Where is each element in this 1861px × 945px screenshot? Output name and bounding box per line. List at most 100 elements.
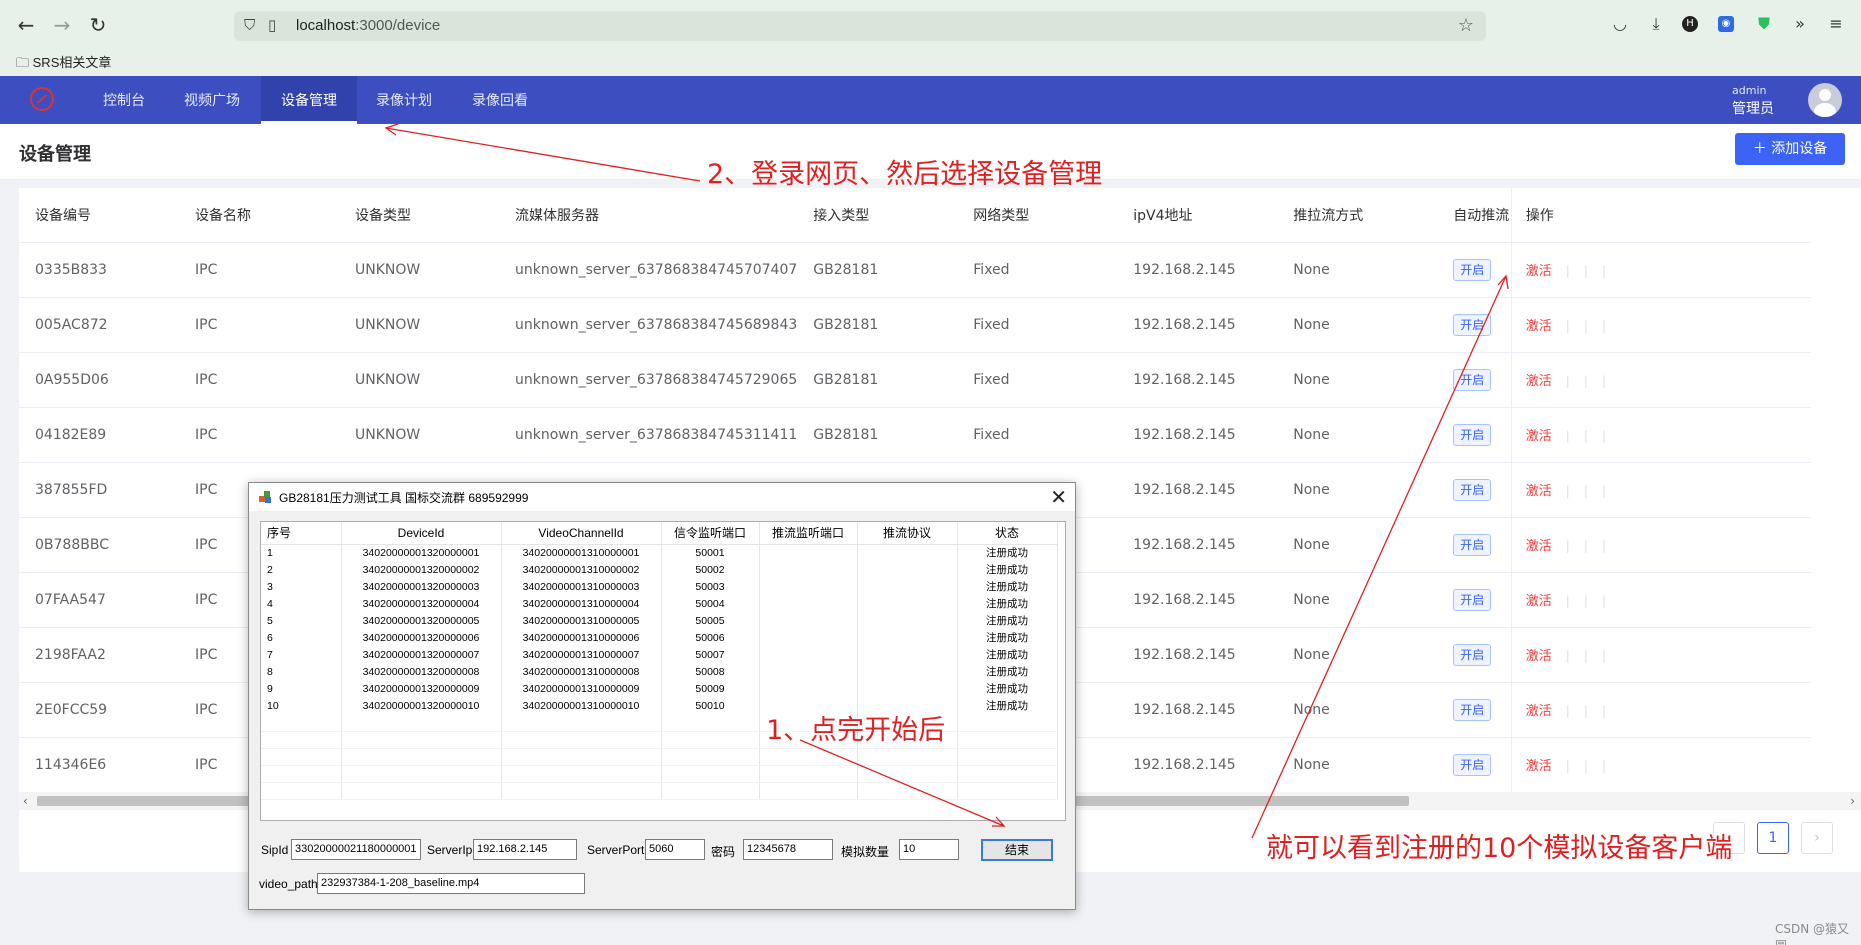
col-header: 接入类型 <box>797 188 958 243</box>
user-role[interactable]: 管理员 <box>1732 98 1774 118</box>
listview-cell: 注册成功 <box>957 697 1058 714</box>
lv-col-header[interactable]: 信令监听端口 <box>661 522 760 545</box>
listview-row[interactable]: 8 34020000001320000008 3402000000131000000… <box>261 663 1058 680</box>
table-cell: Fixed <box>957 297 1118 353</box>
bookmark-folder[interactable]: 🗀 SRS相关文章 <box>16 52 111 76</box>
extension-h-icon[interactable]: H <box>1682 16 1698 32</box>
download-icon[interactable]: ⤓ <box>1646 14 1666 34</box>
listview-row[interactable]: 7 34020000001320000007 3402000000131000000… <box>261 646 1058 663</box>
operation-separator: | <box>1565 704 1570 718</box>
auto-push-cell: 开启 <box>1437 297 1512 353</box>
back-arrow-icon[interactable]: ← <box>14 13 38 37</box>
serverip-input[interactable]: 192.168.2.145 <box>473 839 577 860</box>
auto-push-tag[interactable]: 开启 <box>1453 258 1492 281</box>
password-label: 密码 <box>711 845 736 859</box>
activate-link[interactable]: 激活 <box>1526 704 1552 719</box>
reload-icon[interactable]: ↻ <box>86 13 110 37</box>
extension-user-icon[interactable]: ◉ <box>1718 16 1734 32</box>
serverport-input[interactable]: 5060 <box>645 839 705 860</box>
pocket-icon[interactable]: ◡ <box>1610 14 1630 34</box>
listview-empty-cell <box>661 765 760 783</box>
listview-row[interactable]: 1 34020000001320000001 3402000000131000000… <box>261 544 1058 561</box>
auto-push-tag[interactable]: 开启 <box>1453 478 1492 501</box>
activate-link[interactable]: 激活 <box>1526 374 1552 389</box>
listview-header-row: 序号 DeviceId VideoChannelId 信令监听端口 推流监听端口… <box>261 522 1058 545</box>
menu-item-record-plan[interactable]: 录像计划 <box>376 76 432 124</box>
activate-link[interactable]: 激活 <box>1526 484 1552 499</box>
auto-push-cell: 开启 <box>1437 737 1512 793</box>
menu-item-video-square[interactable]: 视频广场 <box>184 76 240 124</box>
auto-push-tag[interactable]: 开启 <box>1453 533 1492 556</box>
forward-arrow-icon[interactable]: → <box>50 13 74 37</box>
table-cell: IPC <box>179 407 339 463</box>
dialog-titlebar[interactable]: GB28181压力测试工具 国标交流群 689592999 ✕ <box>249 483 1075 511</box>
listview-row[interactable]: 3 34020000001320000003 3402000000131000000… <box>261 578 1058 595</box>
auto-push-tag[interactable]: 开启 <box>1453 753 1492 776</box>
page-number-button[interactable]: 1 <box>1757 822 1789 854</box>
activate-link[interactable]: 激活 <box>1526 759 1552 774</box>
lv-col-header[interactable]: 状态 <box>957 522 1058 545</box>
add-device-button[interactable]: ＋ 添加设备 <box>1735 133 1845 165</box>
listview-row[interactable]: 2 34020000001320000002 3402000000131000000… <box>261 561 1058 578</box>
table-cell: 04182E89 <box>19 407 179 463</box>
page-icon: ▯ <box>268 16 277 34</box>
watermark: CSDN @猿又圆 <box>1775 922 1850 945</box>
listview-cell: 注册成功 <box>957 595 1058 612</box>
browser-toolbar: ← → ↻ ⛉ ▯ localhost:3000/device ☆ ◡ ⤓ H … <box>0 0 1861 48</box>
listview-cell <box>759 680 858 697</box>
auto-push-tag[interactable]: 开启 <box>1453 368 1492 391</box>
listview-empty-cell <box>341 731 502 749</box>
activate-link[interactable]: 激活 <box>1526 539 1552 554</box>
lv-col-header[interactable]: 序号 <box>261 522 342 545</box>
scroll-right-icon[interactable]: › <box>1850 792 1855 810</box>
videopath-input[interactable]: 232937384-1-208_baseline.mp4 <box>317 873 585 894</box>
lv-col-header[interactable]: 推流监听端口 <box>759 522 858 545</box>
listview-cell: 34020000001310000001 <box>501 544 662 561</box>
hamburger-menu-icon[interactable]: ≡ <box>1826 14 1846 34</box>
menu-item-console[interactable]: 控制台 <box>103 76 145 124</box>
annotation-step1: 1、点完开始后 <box>766 715 946 746</box>
listview-row[interactable]: 6 34020000001320000006 3402000000131000000… <box>261 629 1058 646</box>
sipid-input[interactable]: 33020000021180000001 <box>291 839 421 860</box>
activate-link[interactable]: 激活 <box>1526 264 1552 279</box>
activate-link[interactable]: 激活 <box>1526 594 1552 609</box>
app-logo-icon[interactable] <box>30 87 54 111</box>
address-bar[interactable]: ⛉ ▯ localhost:3000/device ☆ <box>234 11 1486 41</box>
auto-push-tag[interactable]: 开启 <box>1453 643 1492 666</box>
extension-shield-icon[interactable]: ⛊ <box>1754 14 1774 34</box>
scroll-left-icon[interactable]: ‹ <box>23 792 28 810</box>
table-cell: IPC <box>179 352 339 408</box>
listview-cell: 34020000001310000004 <box>501 595 662 612</box>
end-button[interactable]: 结束 <box>981 839 1053 861</box>
lv-col-header[interactable]: VideoChannelId <box>501 522 662 545</box>
user-name[interactable]: admin <box>1732 84 1766 97</box>
listview-cell: 注册成功 <box>957 612 1058 629</box>
activate-link[interactable]: 激活 <box>1526 319 1552 334</box>
avatar[interactable] <box>1808 83 1842 117</box>
listview-cell <box>857 612 958 629</box>
listview-row[interactable]: 9 34020000001320000009 3402000000131000000… <box>261 680 1058 697</box>
auto-push-tag[interactable]: 开启 <box>1453 423 1492 446</box>
table-cell: GB28181 <box>797 297 958 353</box>
listview-row[interactable]: 5 34020000001320000005 3402000000131000000… <box>261 612 1058 629</box>
next-page-button[interactable]: › <box>1801 822 1833 854</box>
table-cell: 0335B833 <box>19 242 179 298</box>
lv-col-header[interactable]: DeviceId <box>341 522 502 545</box>
auto-push-tag[interactable]: 开启 <box>1453 588 1492 611</box>
lv-col-header[interactable]: 推流协议 <box>857 522 958 545</box>
close-icon[interactable]: ✕ <box>1050 485 1067 510</box>
overflow-chevrons-icon[interactable]: » <box>1790 14 1810 34</box>
activate-link[interactable]: 激活 <box>1526 649 1552 664</box>
col-header: 流媒体服务器 <box>499 188 798 243</box>
count-input[interactable]: 10 <box>899 839 959 860</box>
listview-row[interactable]: 4 34020000001320000004 3402000000131000000… <box>261 595 1058 612</box>
listview-cell <box>759 544 858 561</box>
device-listview[interactable]: 序号 DeviceId VideoChannelId 信令监听端口 推流监听端口… <box>260 521 1066 821</box>
auto-push-tag[interactable]: 开启 <box>1453 698 1492 721</box>
menu-item-device-management[interactable]: 设备管理 <box>261 76 357 124</box>
auto-push-tag[interactable]: 开启 <box>1453 313 1492 336</box>
bookmark-star-icon[interactable]: ☆ <box>1458 15 1474 36</box>
activate-link[interactable]: 激活 <box>1526 429 1552 444</box>
menu-item-record-playback[interactable]: 录像回看 <box>472 76 528 124</box>
password-input[interactable]: 12345678 <box>743 839 833 860</box>
